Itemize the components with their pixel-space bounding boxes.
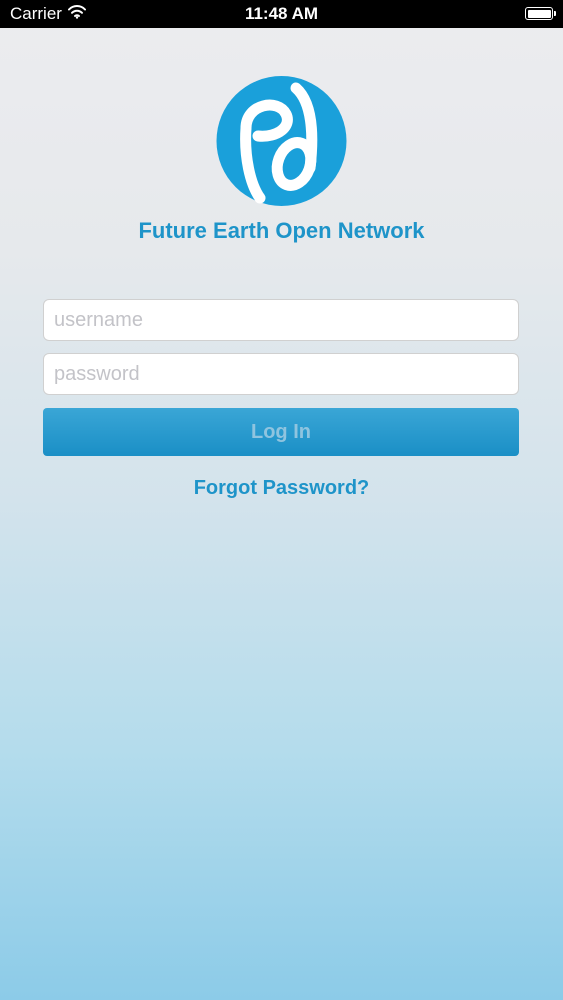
username-input[interactable] [43,299,519,341]
battery-icon [525,7,556,20]
login-button[interactable]: Log In [43,408,519,456]
forgot-password-link[interactable]: Forgot Password? [0,477,563,500]
future-earth-logo-icon [216,76,347,206]
login-screen: Carrier 11:48 AM Future Earth Open Netwo… [0,0,563,1000]
password-input[interactable] [43,353,519,395]
app-title: Future Earth Open Network [138,218,425,243]
status-bar: Carrier 11:48 AM [0,0,563,28]
wifi-icon [67,4,86,24]
carrier-label: Carrier [10,4,62,23]
status-left: Carrier [10,0,86,28]
